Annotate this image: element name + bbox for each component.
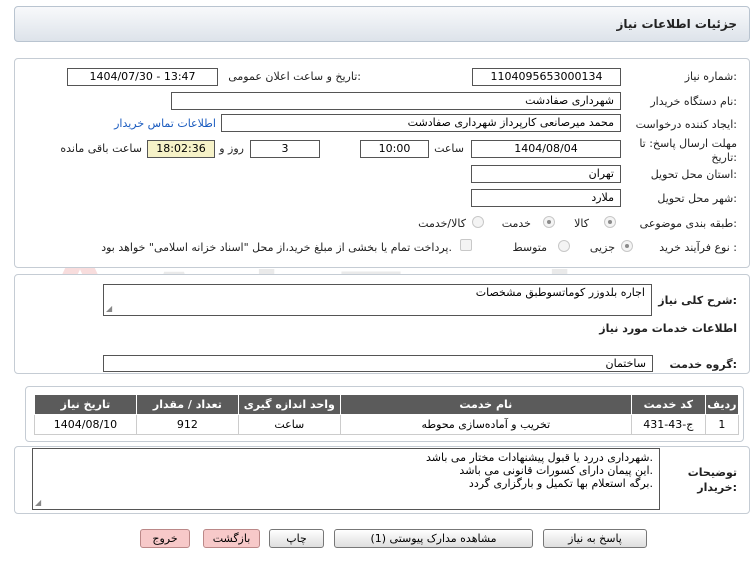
back-button[interactable]: بازگشت xyxy=(203,529,260,548)
cell-qty: 912 xyxy=(135,414,239,435)
category-option-goods: کالا xyxy=(574,217,589,230)
category-radio-both[interactable] xyxy=(472,216,484,228)
need-number-label: شماره نیاز: xyxy=(684,70,737,83)
deadline-time-label: ساعت xyxy=(434,142,464,155)
deadline-date-field: 1404/08/04 xyxy=(471,140,621,158)
announce-label: تاریخ و ساعت اعلان عمومی: xyxy=(228,70,361,83)
deadline-label: مهلت ارسال پاسخ: تا تاریخ: xyxy=(639,137,737,164)
category-option-both: کالا/خدمت xyxy=(418,217,466,230)
days-field: 3 xyxy=(250,140,320,158)
print-button[interactable]: چاپ xyxy=(269,529,324,548)
treasury-payment-checkbox[interactable] xyxy=(460,239,472,251)
exit-button[interactable]: خروج xyxy=(140,529,190,548)
deadline-time-field: 10:00 xyxy=(360,140,429,158)
view-docs-button[interactable]: مشاهده مدارک پیوستی (1) xyxy=(334,529,533,548)
page-title: جزئیات اطلاعات نیاز xyxy=(616,17,737,31)
services-table: ردیف کد خدمت نام خدمت واحد اندازه گیری ت… xyxy=(34,394,740,435)
resize-grip-icon: ◢ xyxy=(106,304,113,313)
remaining-time-label: ساعت باقی مانده xyxy=(60,142,142,155)
cell-date: 1404/08/10 xyxy=(34,414,137,435)
notes-line-3: برگه استعلام بها تکمیل و بارگزاری گردد. xyxy=(468,477,653,490)
col-header-code: کد خدمت xyxy=(630,394,706,415)
services-section-title: اطلاعات خدمات مورد نیاز xyxy=(599,322,737,335)
category-option-service: خدمت xyxy=(501,217,531,230)
cell-name: تخریب و آماده‌سازی محوطه xyxy=(339,414,632,435)
process-radio-minor[interactable] xyxy=(621,240,633,252)
col-header-row: ردیف xyxy=(704,394,740,415)
buyer-notes-field: شهرداری دررد یا قبول پیشنهادات مختار می … xyxy=(32,448,660,510)
creator-field: محمد میرصانعی کارپرداز شهرداری صفادشت xyxy=(221,114,621,132)
process-option-medium: متوسط xyxy=(512,241,547,254)
notes-line-1: شهرداری دررد یا قبول پیشنهادات مختار می … xyxy=(426,451,653,464)
need-summary-label: شرح کلی نیاز: xyxy=(658,294,737,307)
cell-unit: ساعت xyxy=(237,414,341,435)
creator-label: ایجاد کننده درخواست: xyxy=(635,118,737,131)
city-field: ملارد xyxy=(471,189,621,207)
city-label: شهر محل تحویل: xyxy=(657,192,737,205)
need-number-field: 1104095653000134 xyxy=(472,68,621,86)
province-field: تهران xyxy=(471,165,621,183)
col-header-unit: واحد اندازه گیری xyxy=(237,394,341,415)
need-summary-field: اجاره بلدوزر کوماتسوطبق مشخصات xyxy=(103,284,652,316)
announce-field: 1404/07/30 - 13:47 xyxy=(67,68,218,86)
category-radio-service[interactable] xyxy=(543,216,555,228)
days-label: روز و xyxy=(219,142,244,155)
reply-button[interactable]: پاسخ به نیاز xyxy=(543,529,647,548)
resize-grip-icon: ◢ xyxy=(35,498,42,507)
category-label: طبقه بندی موضوعی: xyxy=(639,217,737,230)
process-label: نوع فرآیند خرید : xyxy=(659,241,737,254)
col-header-qty: تعداد / مقدار xyxy=(135,394,239,415)
buyer-contact-link[interactable]: اطلاعات تماس خریدار xyxy=(114,117,216,130)
notes-line-2: این پیمان دارای کسورات قانونی می باشد. xyxy=(459,464,653,477)
col-header-name: نام خدمت xyxy=(339,394,632,415)
col-header-date: تاریخ نیاز xyxy=(34,394,137,415)
province-label: استان محل تحویل: xyxy=(650,168,737,181)
table-row: 1 ج-43-431 تخریب و آماده‌سازی محوطه ساعت… xyxy=(34,414,740,435)
page-header: جزئیات اطلاعات نیاز xyxy=(14,6,750,42)
service-group-label: گروه خدمت: xyxy=(669,358,737,371)
cell-row: 1 xyxy=(704,414,740,435)
process-option-minor: جزیی xyxy=(589,241,615,254)
cell-code: ج-43-431 xyxy=(630,414,706,435)
buyer-notes-label: توضیحات خریدار: xyxy=(687,466,737,494)
remaining-time-field: 18:02:36 xyxy=(147,140,215,158)
category-radio-goods[interactable] xyxy=(604,216,616,228)
buyer-org-field: شهرداری صفادشت xyxy=(171,92,621,110)
process-radio-medium[interactable] xyxy=(558,240,570,252)
service-group-field: ساختمان xyxy=(103,355,653,372)
treasury-payment-text: پرداخت تمام یا بخشی از مبلغ خرید،از محل … xyxy=(101,241,452,254)
buyer-org-label: نام دستگاه خریدار: xyxy=(650,95,737,108)
